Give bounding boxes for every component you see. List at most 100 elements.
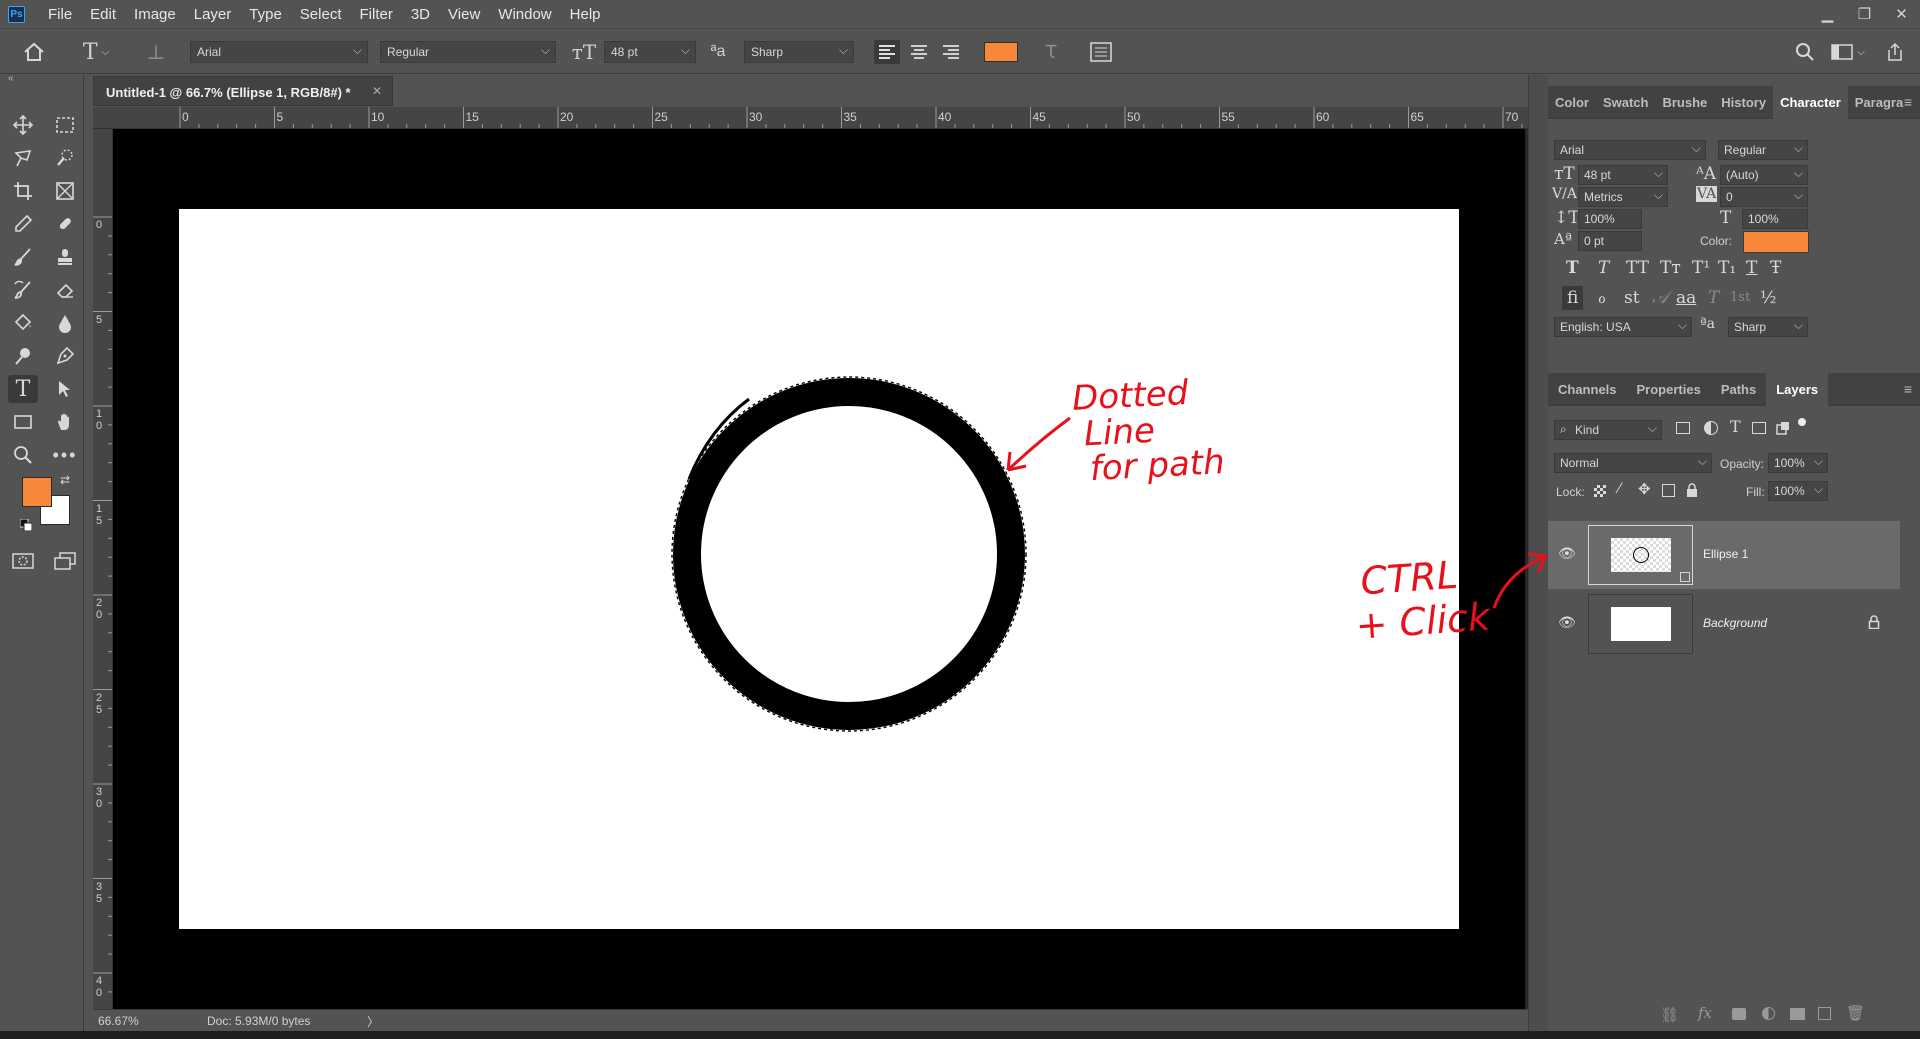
blend-mode-select[interactable]: Normal	[1554, 453, 1712, 473]
foreground-color-swatch[interactable]	[22, 477, 52, 507]
menu-type[interactable]: Type	[240, 6, 291, 23]
collapse-toolbar-icon[interactable]: «	[8, 73, 14, 84]
blur-tool-icon[interactable]	[50, 309, 80, 337]
char-antialias-select[interactable]: Sharp	[1728, 317, 1808, 337]
all-caps-button[interactable]: TT	[1626, 258, 1649, 278]
filter-adjustment-icon[interactable]	[1704, 421, 1718, 435]
eyedropper-tool-icon[interactable]	[8, 210, 38, 238]
layer-visibility-eye-icon[interactable]: 👁	[1558, 614, 1576, 631]
type-tool-icon[interactable]: T	[8, 375, 38, 403]
font-style-select[interactable]: Regular	[380, 41, 556, 63]
horizontal-scale-input[interactable]: 100%	[1742, 209, 1808, 229]
ordinals-button[interactable]: 1st	[1730, 290, 1750, 305]
char-font-family-select[interactable]: Arial	[1554, 140, 1706, 160]
stylistic-alternates-button[interactable]: aa	[1676, 288, 1696, 308]
close-window-button[interactable]: ✕	[1883, 0, 1920, 28]
align-left-icon[interactable]	[874, 40, 900, 64]
history-brush-tool-icon[interactable]	[8, 276, 38, 304]
workspace-icon[interactable]: ⌵	[1828, 40, 1868, 64]
document-canvas[interactable]	[179, 209, 1459, 929]
menu-image[interactable]: Image	[125, 6, 185, 23]
font-family-select[interactable]: Arial	[190, 41, 368, 63]
healing-brush-tool-icon[interactable]	[50, 210, 80, 238]
zoom-level[interactable]: 66.67%	[98, 1014, 139, 1028]
brush-tool-icon[interactable]	[8, 243, 38, 271]
tab-paths[interactable]: Paths	[1711, 373, 1766, 406]
font-size-select[interactable]: 48 pt	[604, 41, 696, 63]
menu-filter[interactable]: Filter	[351, 6, 402, 23]
discretionary-ligatures-button[interactable]: st	[1624, 288, 1640, 308]
lock-transparent-icon[interactable]	[1594, 485, 1606, 497]
more-tools-icon[interactable]: •••	[50, 441, 80, 469]
add-mask-icon[interactable]	[1732, 1008, 1746, 1020]
opacity-input[interactable]: 100%	[1768, 453, 1828, 473]
baseline-shift-input[interactable]: 0 pt	[1578, 231, 1642, 251]
crop-tool-icon[interactable]	[8, 177, 38, 205]
contextual-alternates-button[interactable]: ℴ	[1598, 288, 1606, 308]
titling-alternates-button[interactable]: T	[1708, 288, 1719, 308]
path-selection-tool-icon[interactable]	[50, 375, 80, 403]
subscript-button[interactable]: T₁	[1718, 258, 1736, 278]
tab-color[interactable]: Color	[1548, 86, 1596, 119]
eraser-tool-icon[interactable]	[50, 276, 80, 304]
dodge-tool-icon[interactable]	[8, 342, 38, 370]
close-document-icon[interactable]: ✕	[372, 84, 382, 98]
screen-mode-icon[interactable]	[50, 547, 80, 575]
marquee-tool-icon[interactable]	[50, 111, 80, 139]
small-caps-button[interactable]: Tт	[1660, 258, 1681, 278]
tab-history[interactable]: History	[1714, 86, 1773, 119]
tab-swatches[interactable]: Swatch	[1596, 86, 1656, 119]
underline-button[interactable]: T	[1746, 258, 1757, 278]
menu-view[interactable]: View	[439, 6, 489, 23]
lock-position-icon[interactable]: ✥	[1638, 480, 1651, 498]
toggle-text-orientation-icon[interactable]: ⊥	[142, 39, 170, 65]
add-layer-style-icon[interactable]: fx	[1698, 1004, 1712, 1022]
lasso-tool-icon[interactable]	[8, 144, 38, 172]
quick-selection-tool-icon[interactable]	[50, 144, 80, 172]
strikethrough-button[interactable]: Ŧ	[1770, 258, 1781, 278]
minimize-button[interactable]: ▁	[1809, 0, 1846, 28]
standard-ligatures-button[interactable]: ﬁ	[1562, 286, 1584, 310]
char-font-style-select[interactable]: Regular	[1718, 140, 1808, 160]
tab-paragraph[interactable]: Paragra	[1848, 86, 1910, 119]
align-center-icon[interactable]	[906, 40, 932, 64]
language-select[interactable]: English: USA	[1554, 317, 1692, 337]
text-color-swatch[interactable]	[984, 42, 1018, 62]
panel-menu-icon[interactable]: ≡	[1904, 94, 1912, 110]
filter-smart-object-icon[interactable]	[1776, 421, 1790, 435]
faux-bold-button[interactable]: T	[1566, 258, 1579, 278]
pen-tool-icon[interactable]	[50, 342, 80, 370]
warp-text-icon[interactable]: Ꚍ	[1038, 40, 1064, 64]
share-icon[interactable]	[1880, 40, 1910, 64]
leading-select[interactable]: (Auto)	[1720, 165, 1808, 185]
link-layers-icon[interactable]: ⛓	[1660, 1006, 1679, 1024]
search-icon[interactable]	[1792, 40, 1818, 64]
superscript-button[interactable]: T¹	[1692, 258, 1710, 278]
layers-panel-menu-icon[interactable]: ≡	[1904, 381, 1912, 397]
filter-kind-select[interactable]: ⌕ Kind	[1554, 420, 1662, 440]
char-color-swatch[interactable]	[1743, 231, 1809, 253]
tab-properties[interactable]: Properties	[1627, 373, 1711, 406]
tab-channels[interactable]: Channels	[1548, 373, 1627, 406]
new-adjustment-layer-icon[interactable]	[1762, 1007, 1775, 1020]
vertical-scale-input[interactable]: 100%	[1578, 209, 1642, 229]
menu-help[interactable]: Help	[561, 6, 610, 23]
char-font-size-select[interactable]: 48 pt	[1578, 165, 1668, 185]
lock-artboard-icon[interactable]	[1662, 484, 1675, 497]
quick-mask-icon[interactable]	[8, 547, 38, 575]
rectangle-tool-icon[interactable]	[8, 408, 38, 436]
menu-window[interactable]: Window	[489, 6, 560, 23]
tab-brushes[interactable]: Brushe	[1655, 86, 1714, 119]
swap-colors-icon[interactable]: ⇄	[60, 473, 70, 487]
align-right-icon[interactable]	[938, 40, 964, 64]
filter-shape-icon[interactable]	[1752, 422, 1766, 434]
filter-type-icon[interactable]: T	[1730, 417, 1741, 436]
new-group-icon[interactable]	[1790, 1008, 1805, 1020]
antialias-select[interactable]: Sharp	[744, 41, 854, 63]
lock-image-icon[interactable]: ⁄	[1618, 481, 1620, 497]
fractions-button[interactable]: ½	[1760, 288, 1776, 308]
layer-row-background[interactable]: 👁 Background	[1548, 590, 1900, 658]
menu-edit[interactable]: Edit	[81, 6, 125, 23]
frame-tool-icon[interactable]	[50, 177, 80, 205]
tab-character[interactable]: Character	[1773, 85, 1848, 119]
